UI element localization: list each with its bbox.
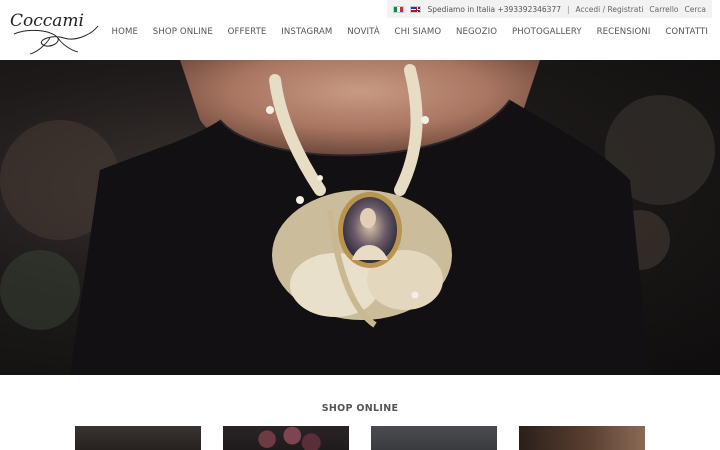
nav-item-negozio[interactable]: NEGOZIO [449, 27, 505, 37]
brand-logo[interactable]: Coccami [8, 4, 104, 56]
nav-item-instagram[interactable]: INSTAGRAM [274, 27, 340, 37]
nav-item-home[interactable]: HOME [104, 27, 145, 37]
italian-flag-icon[interactable] [393, 5, 405, 13]
shop-online-title: SHOP ONLINE [321, 403, 399, 414]
nav-item-novita[interactable]: NOVITÀ [340, 27, 387, 37]
svg-text:Coccami: Coccami [10, 11, 84, 31]
nav-item-recensioni[interactable]: RECENSIONI [589, 27, 658, 37]
product-thumbnail[interactable] [519, 426, 645, 450]
shop-thumbnails [75, 426, 645, 450]
nav-item-chi-siamo[interactable]: CHI SIAMO [387, 27, 448, 37]
shipping-info: Spediamo in Italia +393392346377 [427, 4, 561, 14]
search-link[interactable]: Cerca [685, 5, 707, 14]
logo-icon: Coccami [10, 11, 99, 55]
login-register-link[interactable]: Accedi / Registrati [576, 5, 644, 14]
nav-item-photogallery[interactable]: PHOTOGALLERY [505, 27, 590, 37]
nav-item-shop-online[interactable]: SHOP ONLINE [145, 27, 220, 37]
product-thumbnail[interactable] [75, 426, 201, 450]
hero-banner[interactable] [0, 60, 720, 375]
cart-link[interactable]: Carrello [649, 5, 678, 14]
uk-flag-icon[interactable] [410, 5, 422, 13]
site-header: Coccami Spediamo in Italia +393392346377… [0, 0, 720, 60]
product-thumbnail[interactable] [223, 426, 349, 450]
product-thumbnail[interactable] [371, 426, 497, 450]
nav-item-offerte[interactable]: OFFERTE [220, 27, 274, 37]
topbar-separator: | [567, 4, 570, 14]
hero-necklace-image [0, 60, 715, 375]
nav-item-contatti[interactable]: CONTATTI [658, 27, 708, 37]
top-utility-bar: Spediamo in Italia +393392346377 | Acced… [387, 0, 712, 18]
main-nav: HOME SHOP ONLINE OFFERTE INSTAGRAM NOVIT… [104, 27, 708, 37]
